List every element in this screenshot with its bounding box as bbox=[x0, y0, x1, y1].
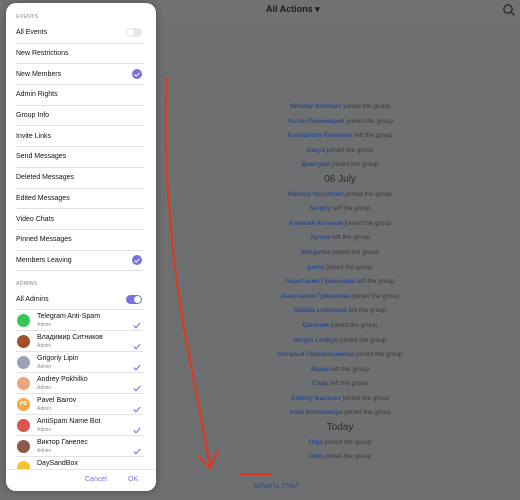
event-filter-label: New Restrictions bbox=[16, 50, 69, 58]
event-filter-item[interactable]: Members Leaving bbox=[16, 251, 144, 272]
checkmark-icon[interactable] bbox=[132, 69, 142, 80]
admin-role: Admin bbox=[37, 384, 52, 391]
admin-role: Admin bbox=[37, 426, 52, 433]
all-admins-toggle[interactable] bbox=[126, 294, 142, 304]
filter-panel: EVENTS All Events New Restrictions New Mem… bbox=[6, 3, 156, 491]
admin-name: Telegram Anti-Spam bbox=[37, 312, 101, 320]
admin-item[interactable]: Andrey Pokhilko Admin bbox=[16, 373, 144, 394]
avatar: PB bbox=[17, 397, 30, 411]
event-filter-label: Group Info bbox=[16, 112, 50, 120]
checkmark-icon[interactable] bbox=[132, 255, 142, 266]
admin-item[interactable]: PB Pavel Bairov Admin bbox=[16, 394, 144, 415]
event-filter-item[interactable]: New Members bbox=[16, 64, 144, 86]
admin-item[interactable]: Telegram Anti-Spam Admin bbox=[16, 310, 144, 331]
event-filter-item[interactable]: Deleted Messages bbox=[16, 168, 144, 189]
event-filter-label: Pinned Messages bbox=[16, 236, 72, 244]
admin-item[interactable]: Виктор Ганелес Admin bbox=[16, 436, 144, 457]
panel-footer: Cancel OK bbox=[6, 469, 156, 491]
event-filter-item[interactable]: Invite Links bbox=[16, 126, 144, 148]
admin-role: Admin bbox=[37, 447, 52, 454]
event-filter-item[interactable]: Pinned Messages bbox=[16, 230, 144, 251]
event-filter-item[interactable]: Send Messages bbox=[16, 147, 144, 168]
cancel-button[interactable]: Cancel bbox=[85, 476, 107, 483]
admin-name: Владимир Ситников bbox=[37, 333, 103, 341]
admin-role: Admin bbox=[37, 321, 52, 328]
event-filter-label: Invite Links bbox=[16, 132, 52, 140]
admin-name: DaySandBox bbox=[37, 459, 78, 467]
event-filter-label: Edited Messages bbox=[16, 194, 70, 202]
admin-role: Admin bbox=[37, 342, 52, 349]
admins-list: Telegram Anti-Spam Admin Владимир Ситников… bbox=[6, 310, 156, 478]
admin-name: Pavel Bairov bbox=[37, 396, 77, 404]
avatar bbox=[17, 376, 30, 390]
all-admins-row[interactable]: All Admins bbox=[16, 289, 144, 310]
avatar bbox=[17, 334, 30, 348]
event-filter-label: Members Leaving bbox=[16, 256, 72, 264]
event-filter-label: Admin Rights bbox=[16, 91, 58, 99]
event-filter-label: New Members bbox=[16, 70, 62, 78]
admin-name: AntiSpam Name Bot bbox=[37, 417, 101, 425]
admin-item[interactable]: Grigoriy Lipin Admin bbox=[16, 352, 144, 373]
admin-name: Виктор Ганелес bbox=[37, 438, 88, 446]
event-filter-label: All Events bbox=[16, 29, 48, 37]
event-filter-item[interactable]: Admin Rights bbox=[16, 85, 144, 106]
event-filter-label: Deleted Messages bbox=[16, 174, 74, 182]
all-admins-label: All Admins bbox=[16, 295, 49, 303]
events-list: All Events New Restrictions New Members Adm… bbox=[6, 23, 156, 272]
avatar bbox=[17, 355, 30, 369]
event-filter-item[interactable]: All Events bbox=[16, 23, 144, 44]
admins-section-header: ADMINS bbox=[16, 281, 38, 288]
events-section-header: EVENTS bbox=[16, 14, 39, 20]
admin-name: Grigoriy Lipin bbox=[37, 354, 79, 362]
event-filter-label: Video Chats bbox=[16, 215, 55, 223]
event-filter-item[interactable]: Video Chats bbox=[16, 209, 144, 230]
avatar bbox=[17, 418, 30, 432]
admin-item[interactable]: AntiSpam Name Bot Admin bbox=[16, 415, 144, 436]
event-filter-item[interactable]: Edited Messages bbox=[16, 189, 144, 210]
admin-role: Admin bbox=[37, 405, 52, 412]
event-filter-item[interactable]: New Restrictions bbox=[16, 44, 144, 65]
event-filter-label: Send Messages bbox=[16, 153, 67, 161]
all-events-toggle[interactable] bbox=[126, 28, 142, 38]
avatar bbox=[17, 313, 30, 327]
admin-item[interactable]: Владимир Ситников Admin bbox=[16, 331, 144, 352]
ok-button[interactable]: OK bbox=[128, 476, 138, 483]
admin-role: Admin bbox=[37, 363, 52, 370]
event-filter-item[interactable]: Group Info bbox=[16, 106, 144, 127]
admin-name: Andrey Pokhilko bbox=[37, 375, 88, 383]
avatar bbox=[17, 439, 30, 453]
